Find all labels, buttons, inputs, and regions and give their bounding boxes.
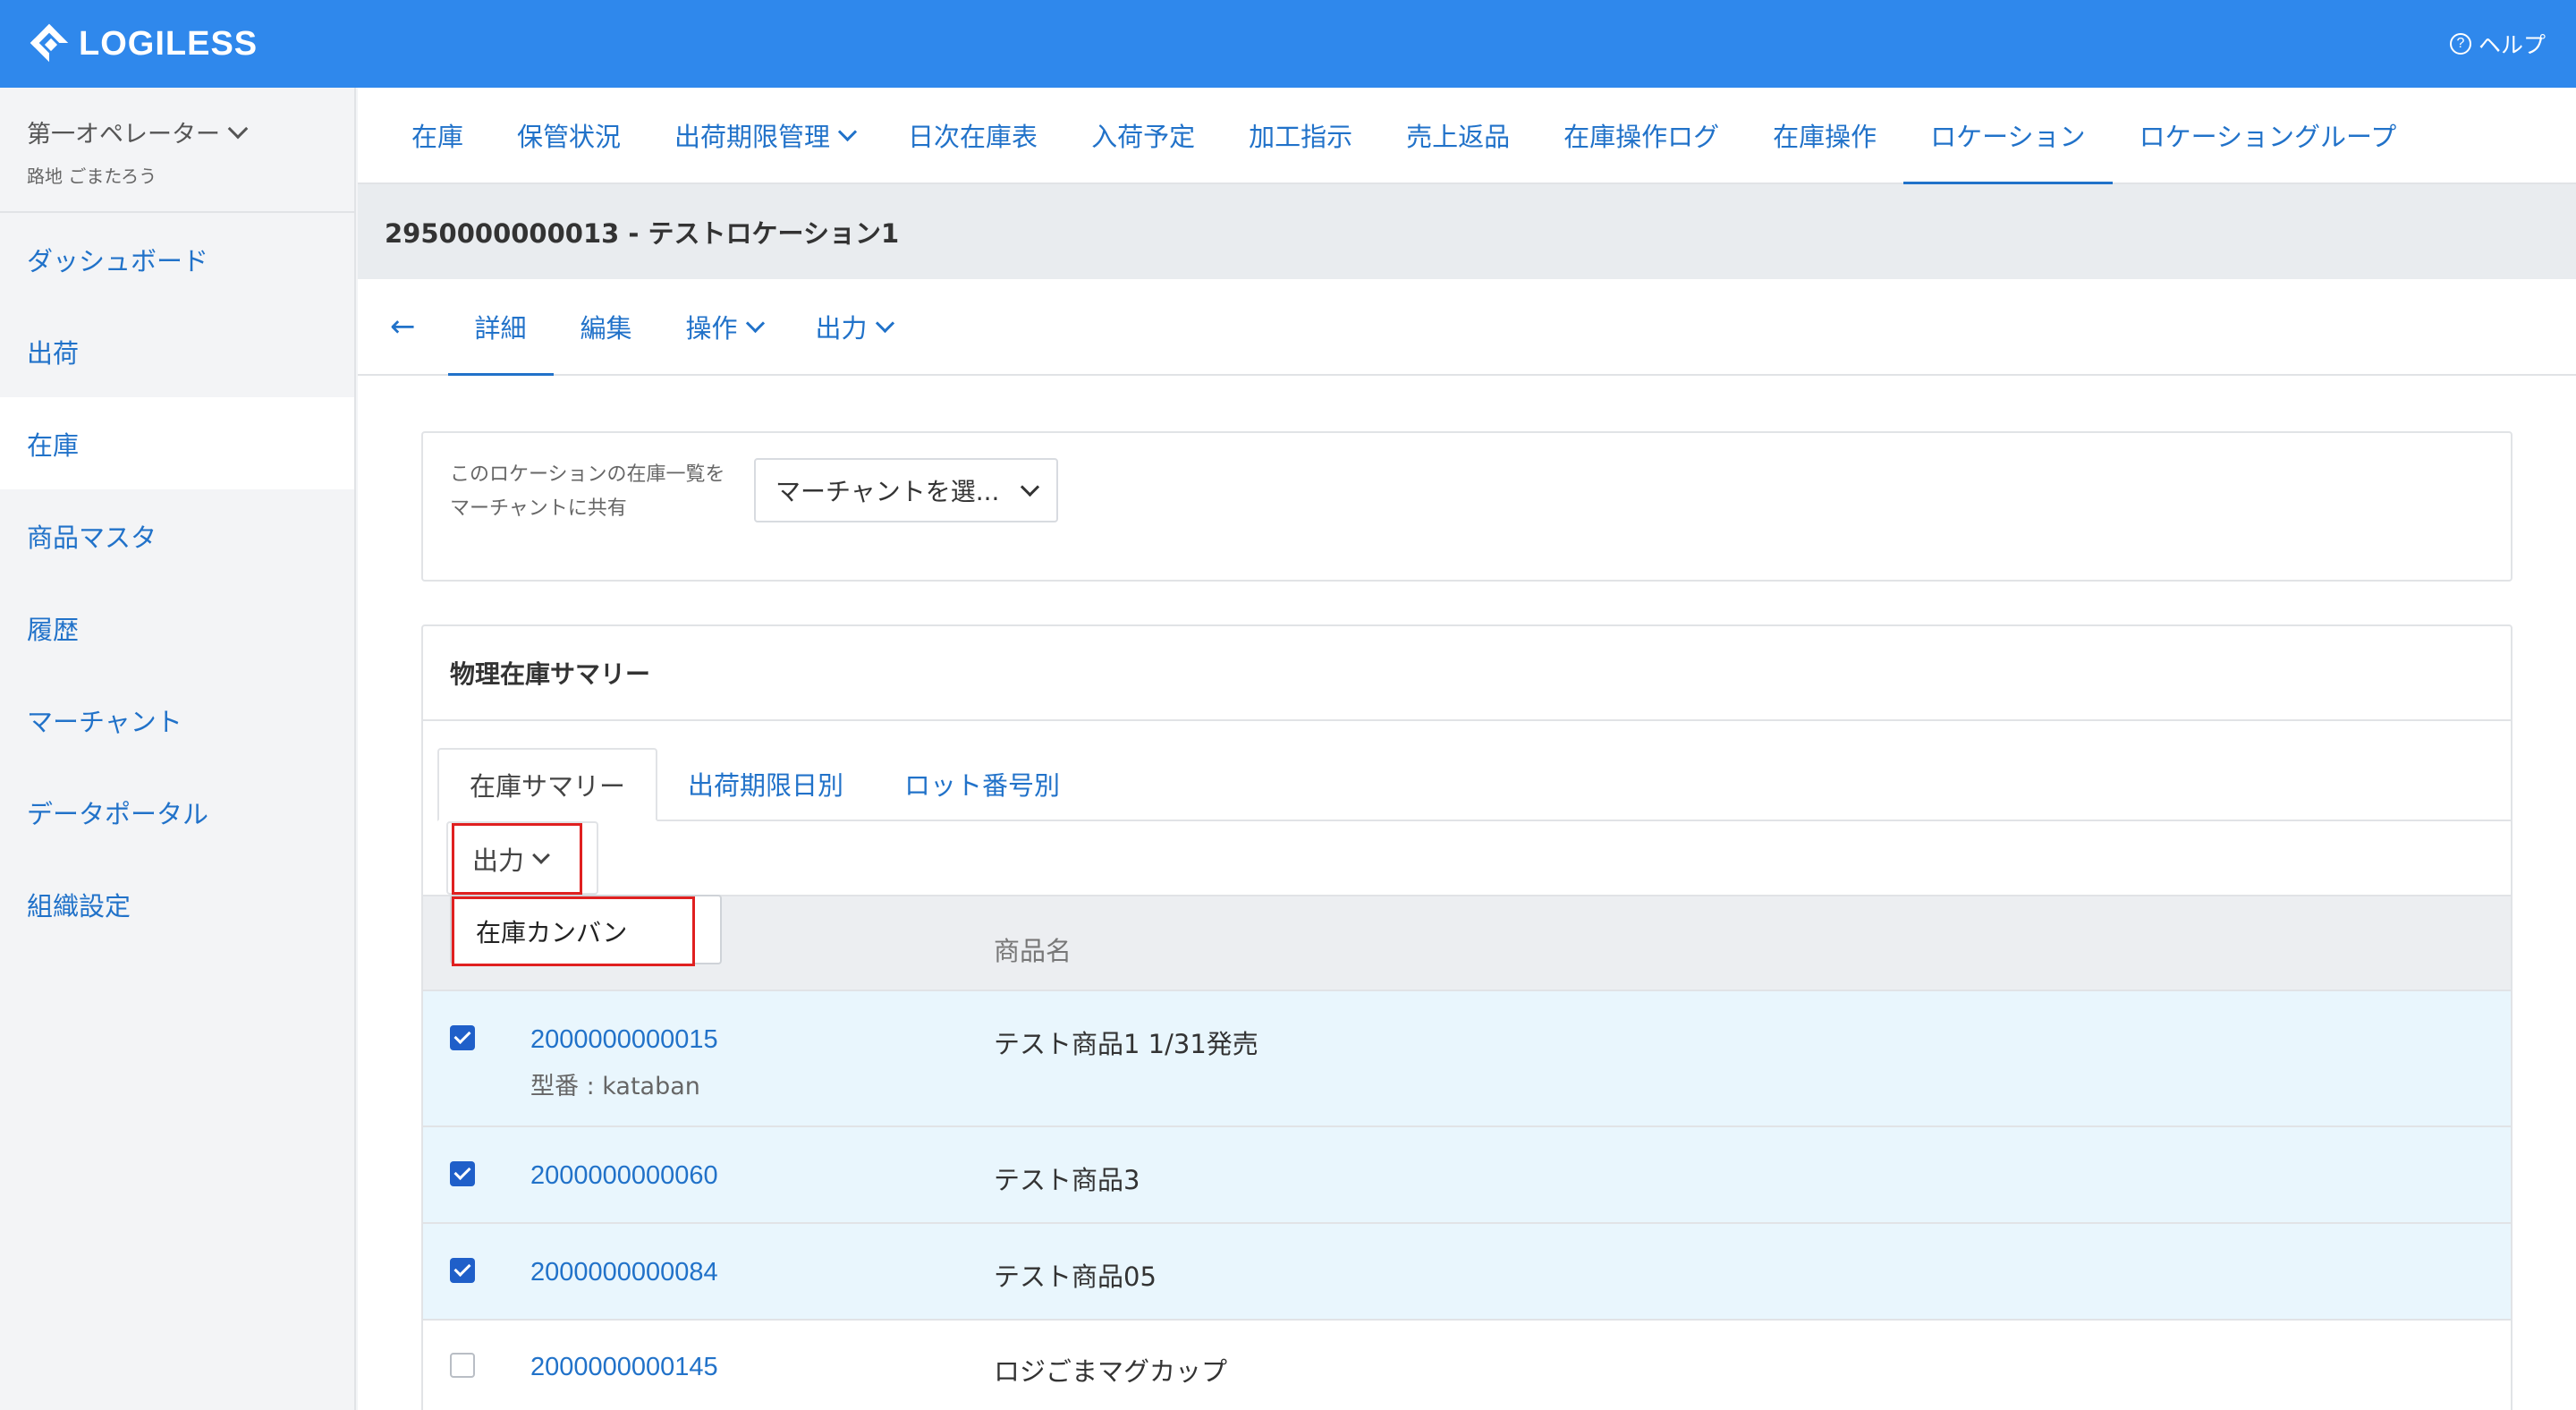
tab-storage-status[interactable]: 保管状況 — [490, 88, 648, 183]
merchant-select[interactable]: マーチャントを選... — [754, 458, 1058, 522]
subtab-detail[interactable]: 詳細 — [447, 279, 554, 376]
sidebar-item-merchant[interactable]: マーチャント — [0, 674, 354, 766]
output-dropdown-menu: 在庫カンバン — [450, 895, 722, 966]
sidebar: 第一オペレーター 路地 ごまたろう ダッシュボード 出荷 在庫 商品マスタ 履歴… — [0, 88, 356, 1410]
tab-by-shipping-deadline[interactable]: 出荷期限日別 — [657, 748, 874, 820]
tab-by-lot-number[interactable]: ロット番号別 — [874, 748, 1090, 820]
physical-inventory-summary-card: 物理在庫サマリー 在庫サマリー 出荷期限日別 ロット番号別 出力 商品名 200… — [421, 624, 2512, 1410]
chevron-down-icon — [1020, 477, 1040, 497]
sidebar-item-data-portal[interactable]: データポータル — [0, 766, 354, 858]
main-content: 在庫 保管状況 出荷期限管理 日次在庫表 入荷予定 加工指示 売上返品 在庫操作… — [358, 88, 2576, 1410]
sidebar-item-org-settings[interactable]: 組織設定 — [0, 858, 354, 950]
tab-shipping-deadline[interactable]: 出荷期限管理 — [648, 88, 881, 183]
logo[interactable]: LOGILESS — [30, 23, 258, 64]
tab-inventory-operation[interactable]: 在庫操作 — [1746, 88, 1903, 183]
tab-location[interactable]: ロケーション — [1903, 88, 2113, 184]
back-arrow-icon[interactable]: ← — [385, 279, 448, 374]
subtab-output[interactable]: 出力 — [789, 279, 919, 374]
sidebar-item-inventory[interactable]: 在庫 — [0, 397, 354, 489]
logiless-logo-icon — [30, 23, 70, 64]
subtab-operation-label: 操作 — [685, 313, 738, 344]
subtab-operation[interactable]: 操作 — [659, 279, 789, 374]
tab-inventory-log[interactable]: 在庫操作ログ — [1537, 88, 1746, 183]
output-dropdown-button[interactable]: 出力 — [452, 823, 582, 895]
user-name-row: 第一オペレーター — [27, 115, 327, 149]
table-row[interactable]: 2000000000145 ロジごまマグカップ — [423, 1321, 2511, 1410]
sidebar-item-dashboard[interactable]: ダッシュボード — [0, 213, 354, 305]
tab-daily-inventory[interactable]: 日次在庫表 — [881, 88, 1064, 183]
chevron-down-icon — [227, 118, 249, 139]
summary-tabs: 在庫サマリー 出荷期限日別 ロット番号別 — [437, 748, 2511, 821]
share-card: このロケーションの在庫一覧を マーチャントに共有 マーチャントを選... — [421, 431, 2512, 582]
chevron-down-icon — [875, 313, 894, 333]
menu-item-inventory-kanban[interactable]: 在庫カンバン — [452, 896, 695, 966]
inventory-tabs: 在庫 保管状況 出荷期限管理 日次在庫表 入荷予定 加工指示 売上返品 在庫操作… — [358, 88, 2576, 184]
help-link[interactable]: ? ヘルプ — [2449, 28, 2546, 60]
product-name: テスト商品1 1/31発売 — [994, 1029, 1258, 1059]
row-checkbox[interactable] — [450, 1353, 475, 1378]
product-code-link[interactable]: 2000000000060 — [530, 1161, 718, 1191]
user-name: 第一オペレーター — [27, 121, 220, 149]
share-label-line2: マーチャントに共有 — [450, 497, 627, 520]
sidebar-item-history[interactable]: 履歴 — [0, 582, 354, 674]
table-row[interactable]: 2000000000084 テスト商品05 — [423, 1224, 2511, 1321]
sidebar-item-shipping[interactable]: 出荷 — [0, 305, 354, 397]
chevron-down-icon — [532, 846, 550, 864]
user-menu[interactable]: 第一オペレーター 路地 ごまたろう — [0, 88, 354, 213]
sidebar-item-product-master[interactable]: 商品マスタ — [0, 489, 354, 582]
product-code-link[interactable]: 2000000000015 — [530, 1025, 718, 1055]
tab-inventory-summary[interactable]: 在庫サマリー — [437, 748, 658, 821]
row-checkbox[interactable] — [450, 1025, 475, 1050]
chevron-down-icon — [745, 313, 765, 333]
row-checkbox[interactable] — [450, 1258, 475, 1283]
row-checkbox[interactable] — [450, 1161, 475, 1186]
help-label: ヘルプ — [2478, 32, 2546, 58]
merchant-select-value: マーチャントを選... — [775, 477, 1000, 506]
tab-shipping-deadline-label: 出荷期限管理 — [674, 122, 831, 152]
user-subtitle: 路地 ごまたろう — [27, 166, 157, 187]
share-label-line1: このロケーションの在庫一覧を — [450, 463, 725, 486]
top-bar: LOGILESS ? ヘルプ — [0, 0, 2576, 88]
subtab-output-label: 出力 — [815, 313, 868, 344]
tab-sales-returns[interactable]: 売上返品 — [1379, 88, 1537, 183]
chevron-down-icon — [837, 122, 858, 141]
product-code-link[interactable]: 2000000000084 — [530, 1258, 718, 1287]
table-row[interactable]: 2000000000060 テスト商品3 — [423, 1127, 2511, 1224]
column-product-name: 商品名 — [994, 936, 1072, 966]
product-model-number: 型番 : kataban — [530, 1073, 700, 1100]
summary-title: 物理在庫サマリー — [423, 626, 2511, 721]
table-header: 商品名 — [423, 895, 2511, 991]
tab-inventory[interactable]: 在庫 — [385, 88, 490, 183]
tab-arrival-schedule[interactable]: 入荷予定 — [1064, 88, 1222, 183]
subtab-edit[interactable]: 編集 — [554, 279, 659, 374]
table-row[interactable]: 2000000000015 型番 : kataban テスト商品1 1/31発売 — [423, 991, 2511, 1127]
product-name: テスト商品05 — [994, 1261, 1157, 1292]
page-title: 2950000000013 - テストロケーション1 — [358, 184, 2576, 279]
output-button-label: 出力 — [472, 845, 525, 876]
product-name: テスト商品3 — [994, 1165, 1140, 1195]
product-name: ロジごまマグカップ — [994, 1356, 1228, 1387]
detail-subtabs: ← 詳細 編集 操作 出力 — [358, 279, 2576, 376]
help-icon: ? — [2449, 33, 2471, 55]
share-label: このロケーションの在庫一覧を マーチャントに共有 — [450, 458, 754, 555]
brand-name: LOGILESS — [79, 24, 258, 63]
tab-processing[interactable]: 加工指示 — [1222, 88, 1379, 183]
product-code-link[interactable]: 2000000000145 — [530, 1353, 718, 1382]
tab-location-group[interactable]: ロケーショングループ — [2113, 88, 2424, 183]
